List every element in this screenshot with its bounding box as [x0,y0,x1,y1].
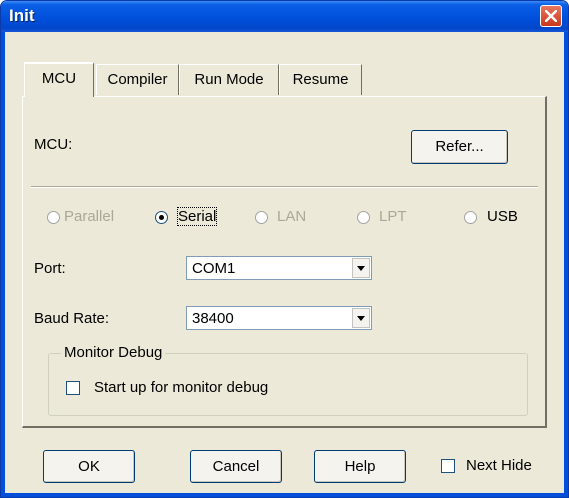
monitor-debug-group-title: Monitor Debug [61,344,166,361]
next-hide-checkbox[interactable] [441,459,455,473]
tab-mcu-label: MCU [41,70,77,87]
tab-compiler[interactable]: Compiler [96,64,179,95]
close-icon [545,10,557,22]
close-button[interactable] [540,5,562,27]
window-title: Init [9,6,35,25]
ok-button-label: OK [78,458,100,475]
tab-resume-label: Resume [292,71,349,88]
tab-resume[interactable]: Resume [279,64,362,95]
tab-run-mode[interactable]: Run Mode [179,64,279,95]
title-bar[interactable]: Init [1,1,568,32]
tab-compiler-label: Compiler [107,71,168,88]
tab-panel-mcu [22,96,547,428]
help-button[interactable]: Help [314,450,406,483]
cancel-button[interactable]: Cancel [190,450,282,483]
tab-mcu[interactable]: MCU [24,62,94,97]
cancel-button-label: Cancel [212,458,260,475]
help-button-label: Help [344,458,376,475]
next-hide-label: Next Hide [466,457,532,474]
ok-button[interactable]: OK [43,450,135,483]
tab-run-mode-label: Run Mode [194,71,264,88]
